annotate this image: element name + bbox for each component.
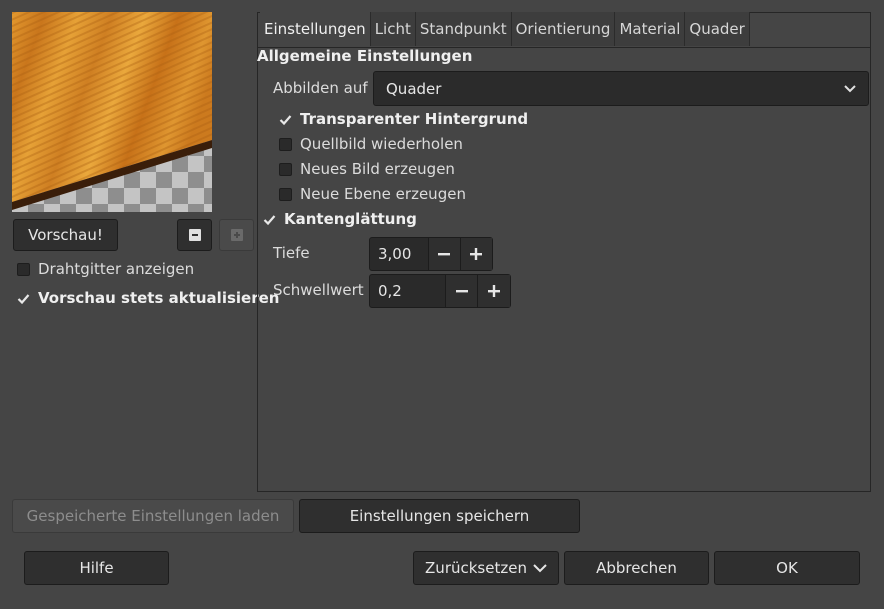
- map-to-select[interactable]: Quader: [373, 71, 869, 106]
- plus-icon: [470, 248, 483, 260]
- tab-quader[interactable]: Quader: [685, 12, 750, 46]
- section-title: Allgemeine Einstellungen: [257, 47, 473, 65]
- checkbox-box: [279, 187, 292, 201]
- preview-image: [12, 12, 212, 212]
- threshold-label: Schwellwert: [273, 281, 364, 299]
- tab-einstellungen[interactable]: Einstellungen: [260, 12, 371, 46]
- reset-label: Zurücksetzen: [425, 559, 527, 577]
- tab-standpunkt[interactable]: Standpunkt: [415, 12, 512, 46]
- transparent-bg-label: Transparenter Hintergrund: [300, 110, 529, 128]
- new-image-checkbox[interactable]: Neues Bild erzeugen: [279, 158, 455, 180]
- auto-update-label: Vorschau stets aktualisieren: [38, 289, 280, 307]
- auto-update-checkbox[interactable]: Vorschau stets aktualisieren: [17, 287, 279, 309]
- antialiasing-checkbox[interactable]: Kantenglättung: [263, 208, 417, 230]
- new-image-label: Neues Bild erzeugen: [300, 160, 455, 178]
- map-to-value: Quader: [386, 79, 442, 98]
- depth-decrement-button[interactable]: [427, 238, 460, 270]
- depth-increment-button[interactable]: [459, 238, 493, 270]
- wireframe-checkbox[interactable]: Drahtgitter anzeigen: [17, 258, 194, 280]
- ok-button[interactable]: OK: [714, 551, 860, 585]
- tab-material[interactable]: Material: [615, 12, 686, 46]
- checkbox-box: [17, 262, 30, 276]
- depth-spinbutton[interactable]: 3,00: [369, 237, 493, 271]
- threshold-value[interactable]: 0,2: [370, 275, 445, 307]
- zoom-out-button[interactable]: [177, 219, 212, 251]
- chevron-down-icon: [844, 85, 856, 93]
- checkmark-icon: [17, 292, 30, 305]
- load-settings-button[interactable]: Gespeicherte Einstellungen laden: [12, 499, 294, 533]
- transparent-bg-checkbox[interactable]: Transparenter Hintergrund: [279, 108, 528, 130]
- minus-icon: [188, 229, 201, 241]
- tab-bar: Einstellungen Licht Standpunkt Orientier…: [260, 12, 750, 46]
- reset-button[interactable]: Zurücksetzen: [413, 551, 559, 585]
- wood-plane-image: [12, 12, 212, 210]
- new-layer-label: Neue Ebene erzeugen: [300, 185, 466, 203]
- zoom-in-button[interactable]: [219, 219, 254, 251]
- minus-icon: [455, 290, 468, 293]
- checkbox-box: [279, 162, 292, 176]
- antialiasing-label: Kantenglättung: [284, 210, 417, 228]
- wireframe-label: Drahtgitter anzeigen: [38, 260, 195, 278]
- tile-source-label: Quellbild wiederholen: [300, 135, 463, 153]
- tile-source-checkbox[interactable]: Quellbild wiederholen: [279, 133, 463, 155]
- depth-value[interactable]: 3,00: [370, 238, 428, 270]
- plus-icon: [488, 285, 501, 297]
- plus-icon: [230, 229, 243, 241]
- tab-licht[interactable]: Licht: [370, 12, 416, 46]
- minus-icon: [438, 253, 451, 256]
- chevron-down-icon: [533, 564, 547, 573]
- checkbox-box: [279, 137, 292, 151]
- checkmark-icon: [263, 213, 276, 226]
- save-settings-button[interactable]: Einstellungen speichern: [299, 499, 580, 533]
- cancel-button[interactable]: Abbrechen: [564, 551, 709, 585]
- threshold-increment-button[interactable]: [477, 275, 511, 307]
- new-layer-checkbox[interactable]: Neue Ebene erzeugen: [279, 183, 466, 205]
- map-to-label: Abbilden auf: [273, 79, 368, 97]
- threshold-decrement-button[interactable]: [444, 275, 478, 307]
- help-button[interactable]: Hilfe: [24, 551, 169, 585]
- preview-button[interactable]: Vorschau!: [13, 219, 118, 251]
- tab-orientierung[interactable]: Orientierung: [511, 12, 616, 46]
- depth-label: Tiefe: [273, 244, 310, 262]
- threshold-spinbutton[interactable]: 0,2: [369, 274, 511, 308]
- checkmark-icon: [279, 113, 292, 126]
